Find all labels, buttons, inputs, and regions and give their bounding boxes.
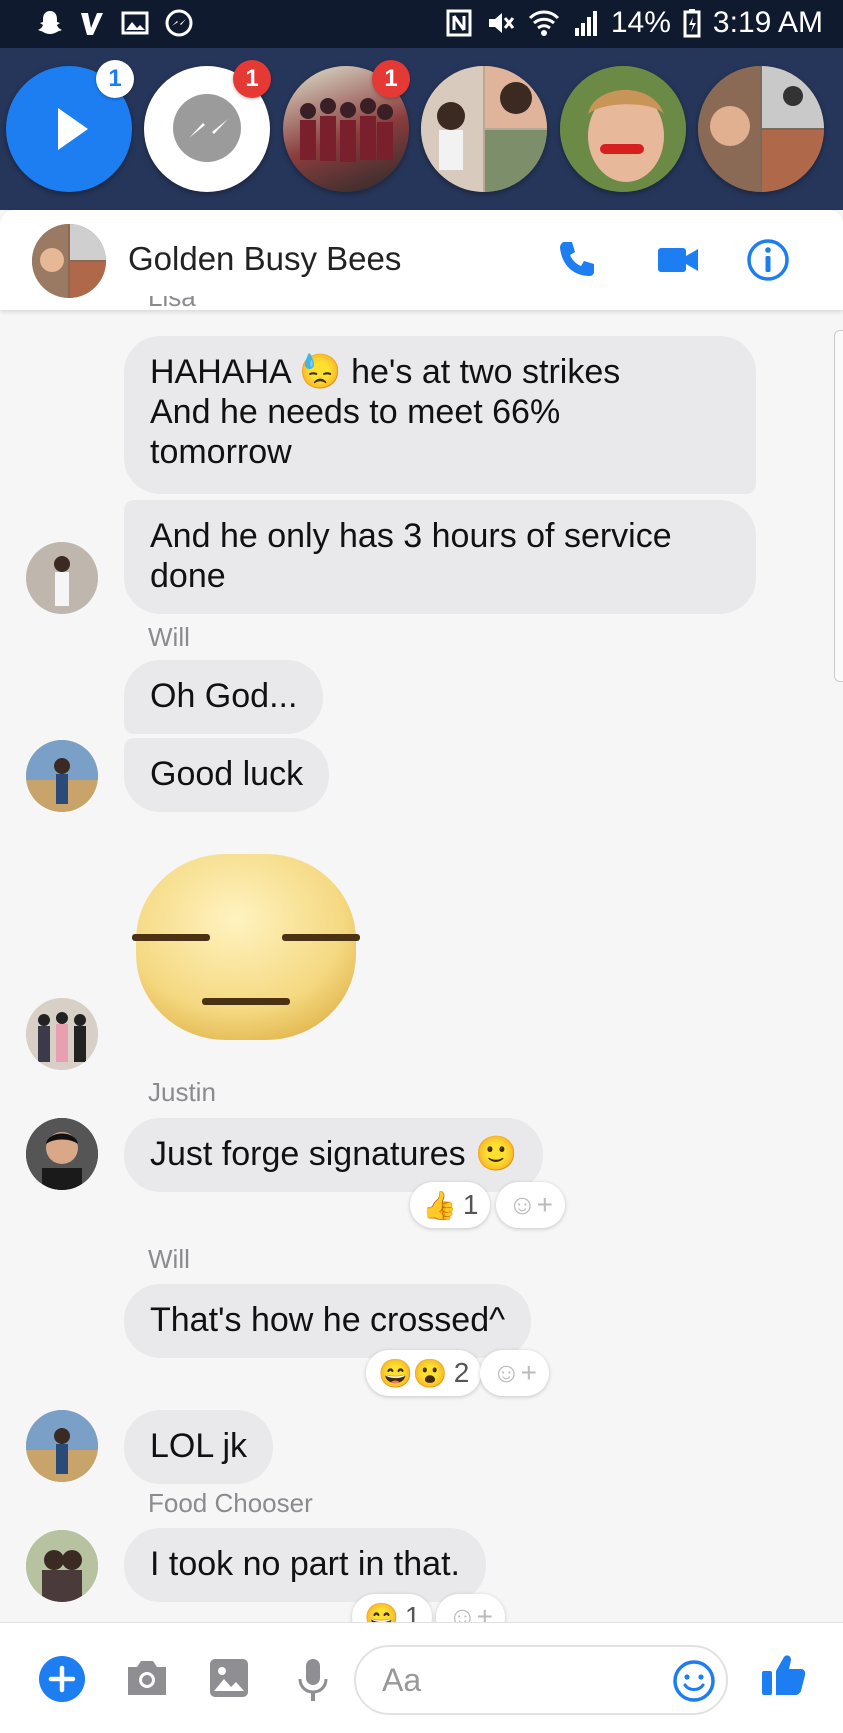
person-photo-icon [26,998,98,1070]
system-icons: 14% 3:19 AM [445,6,823,40]
message-bubble[interactable]: Just forge signatures 🙂 [124,1118,544,1192]
message-line: And he only has 3 hours of service [150,517,672,555]
info-icon[interactable] [744,236,792,284]
message-input-box[interactable] [354,1645,728,1715]
plus-icon[interactable] [38,1655,86,1703]
avatar-group-photo[interactable] [26,998,98,1070]
chathead-collage[interactable] [421,66,547,192]
message-composer [0,1622,843,1733]
mute-icon [488,13,515,33]
avatar-lisa[interactable] [26,542,98,614]
venmo-icon [81,13,103,35]
battery-percent: 14% [610,6,671,39]
add-reaction-button[interactable]: ☺+ [480,1350,549,1396]
clock: 3:19 AM [712,6,823,39]
person-photo-icon [26,1530,98,1602]
sender-name: Food Chooser [148,1488,313,1518]
scrollbar[interactable] [834,330,843,682]
group-photo-icon [32,224,106,298]
gallery-icon [121,11,149,35]
notification-icons [36,8,194,38]
add-reaction-icon: ☺+ [508,1189,553,1220]
emoji-icon[interactable] [672,1659,716,1703]
avatar-will[interactable] [26,1410,98,1482]
collage-photo-icon [698,66,824,192]
message-line: tomorrow [150,433,292,471]
message-bubble[interactable]: That's how he crossed^ [124,1284,532,1358]
person-photo-icon [26,1118,98,1190]
message-line: HAHAHA 😓 he's at two strikes [150,353,621,391]
avatar-will[interactable] [26,740,98,812]
expressionless-emoji-sticker[interactable] [128,850,364,1046]
camera-icon[interactable] [124,1657,170,1699]
notification-badge: 1 [233,60,271,98]
notification-badge: 1 [96,60,134,98]
person-photo-icon [26,740,98,812]
message-line: And he needs to meet 66% [150,393,561,431]
chathead-collage-2[interactable] [698,66,824,192]
message-bubble[interactable]: LOL jk [124,1410,274,1484]
microphone-icon[interactable] [296,1657,330,1703]
message-bubble[interactable]: Oh God... [124,660,324,734]
reaction-pill[interactable]: 👍 1 [410,1182,491,1228]
snapchat-icon [38,11,62,34]
sweat-emoji: 😓 [299,353,342,391]
chat-header: Golden Busy Bees [0,210,843,310]
collage-photo-icon [421,66,547,192]
add-reaction-button[interactable]: ☺+ [496,1182,565,1228]
signal-icon [574,11,597,36]
message-line: done [150,557,226,595]
reaction-count: 1 [462,1189,479,1220]
like-icon[interactable] [758,1649,810,1701]
phone-icon[interactable] [554,236,602,284]
person-photo-icon [26,542,98,614]
message-bubble[interactable]: HAHAHA 😓 he's at two strikes And he need… [124,336,756,494]
message-input[interactable] [380,1661,644,1700]
message-bubble[interactable]: Good luck [124,738,330,812]
chathead-boy[interactable] [560,66,686,192]
reaction-pill[interactable]: 😄😮 2 [366,1350,482,1396]
image-icon[interactable] [208,1657,250,1699]
notification-badge: 1 [372,60,410,98]
sender-name: Will [148,622,190,652]
chat-title[interactable]: Golden Busy Bees [128,240,401,278]
sender-name: Will [148,1244,190,1274]
smile-emoji: 🙂 [475,1135,518,1173]
boy-photo-icon [560,66,686,192]
reaction-count: 2 [453,1357,470,1388]
avatar-food-chooser[interactable] [26,1530,98,1602]
sender-name: Lisa [148,296,196,312]
thumbs-up-emoji: 👍 [422,1189,457,1221]
avatar-justin[interactable] [26,1118,98,1190]
status-bar: 14% 3:19 AM [0,0,843,48]
messenger-icon [165,9,193,37]
wifi-icon [528,10,559,36]
video-call-icon[interactable] [654,236,702,284]
message-bubble[interactable]: I took no part in that. [124,1528,486,1602]
sender-name: Justin [148,1077,216,1107]
group-avatar[interactable] [32,224,106,298]
laugh-wow-emoji: 😄😮 [378,1357,448,1389]
add-reaction-icon: ☺+ [492,1357,537,1388]
message-bubble[interactable]: And he only has 3 hours of service done [124,500,756,614]
battery-icon [683,9,701,38]
person-photo-icon [26,1410,98,1482]
nfc-icon [446,9,472,37]
